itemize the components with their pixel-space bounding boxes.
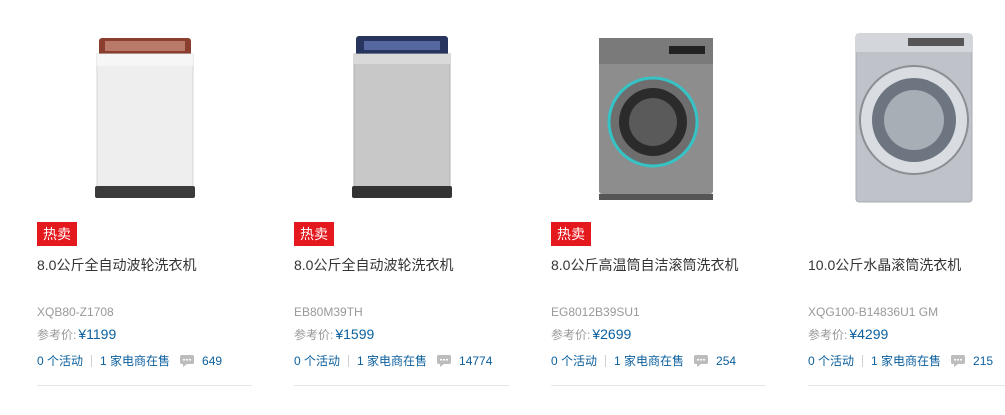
activities-link[interactable]: 0 个活动: [37, 352, 83, 369]
product-image[interactable]: [294, 22, 509, 212]
price-label: 参考价:: [808, 328, 848, 342]
comments-count[interactable]: 649: [202, 354, 222, 368]
meta-row: 0 个活动 1 家电商在售 254: [551, 352, 736, 369]
hot-sale-badge: 热卖: [294, 222, 334, 246]
product-image[interactable]: [808, 22, 1005, 212]
price-value: ¥1599: [335, 326, 375, 342]
comment-icon: [694, 354, 709, 367]
price-value: ¥1199: [78, 326, 117, 342]
price-value: ¥4299: [849, 326, 889, 342]
product-model: EG8012B39SU1: [551, 305, 640, 319]
sellers-link[interactable]: 1 家电商在售: [614, 352, 684, 369]
divider: [91, 354, 93, 367]
sellers-link[interactable]: 1 家电商在售: [357, 352, 427, 369]
price-label: 参考价:: [37, 328, 77, 342]
sellers-link[interactable]: 1 家电商在售: [100, 352, 170, 369]
meta-row: 0 个活动 1 家电商在售 14774: [294, 352, 492, 369]
comment-icon: [951, 354, 966, 367]
product-model: XQG100-B14836U1 GM: [808, 305, 939, 319]
comments-count[interactable]: 14774: [459, 354, 492, 368]
meta-row: 0 个活动 1 家电商在售 649: [37, 352, 222, 369]
hot-sale-badge: 热卖: [37, 222, 77, 246]
activities-link[interactable]: 0 个活动: [551, 352, 597, 369]
price-row: 参考价: ¥1199: [37, 326, 116, 343]
product-title[interactable]: 8.0公斤全自动波轮洗衣机: [294, 255, 453, 275]
hot-sale-badge: 热卖: [551, 222, 591, 246]
divider: [862, 354, 864, 367]
price-row: 参考价: ¥2699: [551, 326, 631, 343]
product-card[interactable]: 热卖 8.0公斤高温筒自洁滚筒洗衣机 EG8012B39SU1 参考价: ¥269…: [551, 0, 766, 386]
product-title[interactable]: 8.0公斤高温筒自洁滚筒洗衣机: [551, 255, 738, 275]
meta-row: 0 个活动 1 家电商在售 215: [808, 352, 993, 369]
product-image[interactable]: [551, 22, 766, 212]
product-model: EB80M39TH: [294, 305, 363, 319]
price-row: 参考价: ¥4299: [808, 326, 888, 343]
product-card[interactable]: 热卖 8.0公斤全自动波轮洗衣机 XQB80-Z1708 参考价: ¥1199 0…: [37, 0, 252, 386]
price-label: 参考价:: [294, 328, 334, 342]
comments-count[interactable]: 254: [716, 354, 736, 368]
price-row: 参考价: ¥1599: [294, 326, 374, 343]
sellers-link[interactable]: 1 家电商在售: [871, 352, 941, 369]
product-image[interactable]: [37, 22, 252, 212]
price-label: 参考价:: [551, 328, 591, 342]
product-card[interactable]: 10.0公斤水晶滚筒洗衣机 XQG100-B14836U1 GM 参考价: ¥42…: [808, 0, 1005, 386]
product-card[interactable]: 热卖 8.0公斤全自动波轮洗衣机 EB80M39TH 参考价: ¥1599 0 个…: [294, 0, 509, 386]
comment-icon: [437, 354, 452, 367]
comment-icon: [180, 354, 195, 367]
product-title[interactable]: 10.0公斤水晶滚筒洗衣机: [808, 255, 961, 275]
divider: [348, 354, 350, 367]
divider: [605, 354, 607, 367]
activities-link[interactable]: 0 个活动: [294, 352, 340, 369]
price-value: ¥2699: [592, 326, 632, 342]
activities-link[interactable]: 0 个活动: [808, 352, 854, 369]
comments-count[interactable]: 215: [973, 354, 993, 368]
product-title[interactable]: 8.0公斤全自动波轮洗衣机: [37, 255, 196, 275]
product-model: XQB80-Z1708: [37, 305, 114, 319]
